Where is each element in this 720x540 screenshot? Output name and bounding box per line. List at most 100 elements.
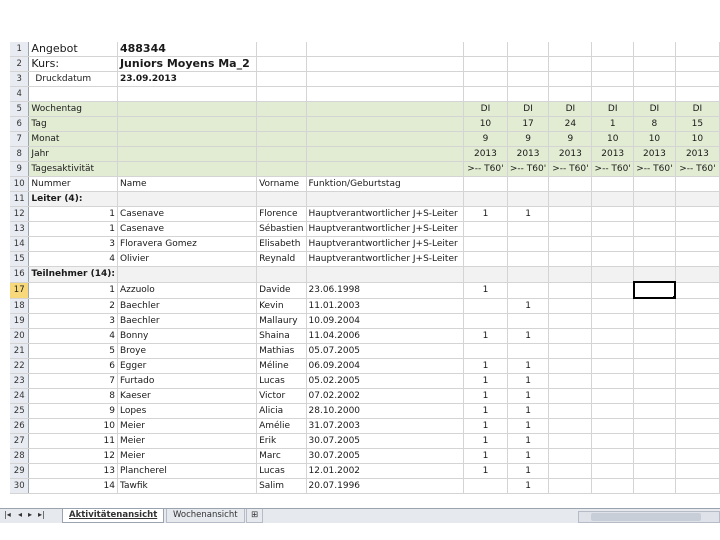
cell[interactable] [507, 42, 550, 57]
person-number[interactable]: 6 [28, 358, 118, 374]
person-number[interactable]: 7 [28, 373, 118, 389]
attendance-cell[interactable] [463, 221, 508, 237]
attendance-cell[interactable]: 1 [507, 433, 550, 449]
attendance-cell[interactable] [591, 206, 635, 222]
cell[interactable] [306, 116, 465, 132]
attendance-cell[interactable] [675, 251, 720, 267]
day-monat[interactable]: 10 [591, 131, 635, 147]
day-akt[interactable]: >-- T60' [675, 161, 720, 177]
cell[interactable] [463, 71, 508, 87]
cell[interactable] [633, 266, 676, 283]
cell[interactable] [306, 56, 465, 72]
attendance-cell[interactable] [591, 373, 635, 389]
cell[interactable] [306, 266, 465, 283]
cell[interactable] [633, 71, 676, 87]
cell[interactable] [306, 71, 465, 87]
cell[interactable] [507, 86, 550, 102]
person-name[interactable]: Bonny [117, 328, 258, 344]
day-tag[interactable]: 10 [463, 116, 508, 132]
attendance-cell[interactable]: 1 [463, 373, 508, 389]
cell[interactable] [591, 86, 635, 102]
col-header-name[interactable]: Name [117, 176, 258, 192]
row-header[interactable]: 27 [10, 433, 30, 449]
row-header[interactable]: 10 [10, 176, 30, 192]
attendance-cell[interactable] [591, 282, 635, 299]
person-name[interactable]: Meier [117, 448, 258, 464]
cell[interactable] [548, 71, 593, 87]
attendance-cell[interactable] [633, 373, 676, 389]
cell[interactable] [306, 101, 465, 117]
cell[interactable] [256, 42, 307, 57]
row-header[interactable]: 26 [10, 418, 30, 434]
day-wd[interactable]: DI [463, 101, 508, 117]
attendance-cell[interactable] [632, 281, 677, 299]
next-sheet-icon[interactable]: ▸ [28, 510, 32, 519]
cell[interactable] [633, 86, 676, 102]
person-name[interactable]: Olivier [117, 251, 258, 267]
attendance-cell[interactable] [675, 298, 720, 314]
tab-wochenansicht[interactable]: Wochenansicht [166, 509, 245, 523]
cell[interactable] [591, 266, 635, 283]
attendance-cell[interactable] [633, 403, 676, 419]
person-funktion[interactable]: 30.07.2005 [306, 448, 465, 464]
row-header[interactable]: 8 [10, 146, 30, 162]
person-funktion[interactable]: 11.01.2003 [306, 298, 465, 314]
cell[interactable] [306, 191, 465, 207]
green-row-label[interactable]: Tagesaktivität [28, 161, 118, 177]
attendance-cell[interactable]: 1 [463, 463, 508, 479]
cell[interactable] [256, 191, 307, 207]
attendance-cell[interactable] [548, 373, 593, 389]
attendance-cell[interactable] [633, 221, 676, 237]
person-name[interactable]: Baechler [117, 313, 258, 329]
person-funktion[interactable]: 06.09.2004 [306, 358, 465, 374]
person-number[interactable]: 13 [28, 463, 118, 479]
person-funktion[interactable]: Hauptverantwortlicher J+S-Leiter [306, 206, 465, 222]
cell[interactable] [28, 86, 118, 102]
person-vorname[interactable]: Victor [256, 388, 307, 404]
row-header[interactable]: 28 [10, 448, 30, 464]
attendance-cell[interactable] [548, 448, 593, 464]
cell[interactable] [548, 56, 593, 72]
attendance-cell[interactable]: 1 [463, 418, 508, 434]
person-number[interactable]: 3 [28, 236, 118, 252]
attendance-cell[interactable] [675, 403, 720, 419]
cell[interactable] [463, 191, 508, 207]
person-vorname[interactable]: Lucas [256, 463, 307, 479]
person-funktion[interactable]: 31.07.2003 [306, 418, 465, 434]
row-header[interactable]: 3 [10, 71, 30, 87]
attendance-cell[interactable] [548, 403, 593, 419]
attendance-cell[interactable] [591, 358, 635, 374]
cell[interactable] [256, 146, 307, 162]
attendance-cell[interactable]: 1 [507, 298, 550, 314]
attendance-cell[interactable] [633, 463, 676, 479]
row-header[interactable]: 1 [10, 42, 30, 57]
cell[interactable] [507, 56, 550, 72]
attendance-cell[interactable] [591, 433, 635, 449]
cell[interactable] [633, 56, 676, 72]
attendance-cell[interactable] [463, 236, 508, 252]
attendance-cell[interactable] [507, 313, 550, 329]
kurs-value[interactable]: Juniors Moyens Ma_2 [117, 56, 258, 72]
attendance-cell[interactable] [633, 433, 676, 449]
person-name[interactable]: Broye [117, 343, 258, 359]
person-number[interactable]: 4 [28, 251, 118, 267]
cell[interactable] [548, 42, 593, 57]
attendance-cell[interactable] [633, 448, 676, 464]
attendance-cell[interactable] [548, 358, 593, 374]
attendance-cell[interactable] [633, 313, 676, 329]
row-header[interactable]: 22 [10, 358, 30, 374]
cell[interactable] [256, 71, 307, 87]
attendance-cell[interactable]: 1 [463, 206, 508, 222]
person-vorname[interactable]: Lucas [256, 373, 307, 389]
attendance-cell[interactable] [675, 448, 720, 464]
cell[interactable] [507, 266, 550, 283]
attendance-cell[interactable]: 1 [463, 328, 508, 344]
attendance-cell[interactable] [548, 282, 593, 299]
attendance-cell[interactable]: 1 [507, 418, 550, 434]
cell[interactable] [548, 191, 593, 207]
col-header-nummer[interactable]: Nummer [28, 176, 118, 192]
cell[interactable] [117, 266, 258, 283]
person-number[interactable]: 4 [28, 328, 118, 344]
day-wd[interactable]: DI [591, 101, 635, 117]
row-header[interactable]: 17 [10, 282, 30, 299]
